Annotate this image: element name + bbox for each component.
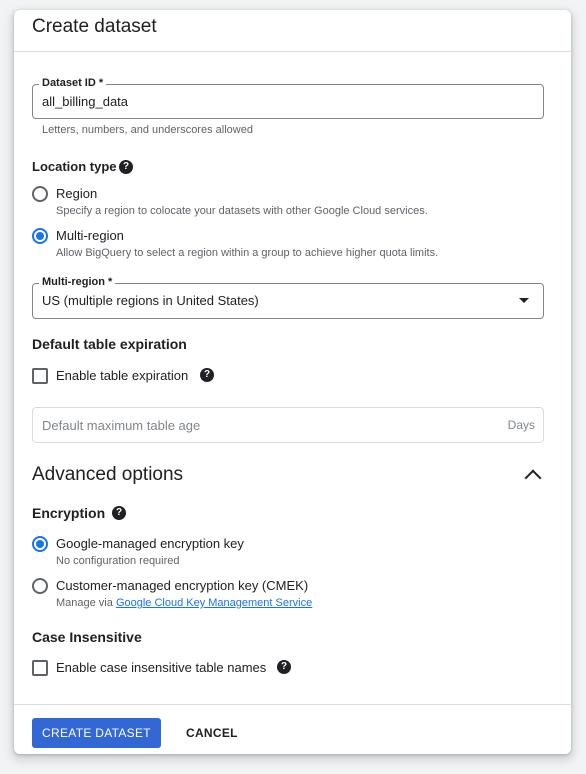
radio-region-label: Region <box>56 186 98 201</box>
help-circle-icon[interactable]: ? <box>112 506 126 520</box>
multi-region-select[interactable]: Multi-region * US (multiple regions in U… <box>32 276 544 319</box>
kms-link[interactable]: Google Cloud Key Management Service <box>116 597 312 609</box>
max-table-age-unit: Days <box>507 418 535 432</box>
location-type-title: Location type <box>32 159 117 174</box>
dropdown-arrow-icon[interactable] <box>519 298 529 303</box>
panel-header: Create dataset <box>14 10 571 52</box>
radio-region[interactable] <box>32 186 48 202</box>
chevron-up-icon[interactable] <box>524 469 542 487</box>
create-dataset-panel: Create dataset Dataset ID * all_billing_… <box>14 10 571 754</box>
case-insensitive-label: Enable case insensitive table names <box>56 660 267 675</box>
help-circle-icon[interactable]: ? <box>200 368 214 382</box>
dataset-id-label: Dataset ID * <box>39 77 107 89</box>
max-table-age-placeholder: Default maximum table age <box>42 418 201 433</box>
cmek-description-prefix: Manage via <box>56 597 113 609</box>
case-insensitive-title: Case Insensitive <box>32 629 142 645</box>
multi-region-value: US (multiple regions in United States) <box>42 293 259 308</box>
create-dataset-button[interactable]: CREATE DATASET <box>32 718 161 748</box>
radio-region-description: Specify a region to colocate your datase… <box>56 205 428 217</box>
help-circle-icon[interactable]: ? <box>277 660 291 674</box>
dialog-footer: CREATE DATASET CANCEL <box>14 704 571 754</box>
radio-cmek[interactable] <box>32 578 48 594</box>
radio-google-managed-key-label: Google-managed encryption key <box>56 536 244 551</box>
dataset-id-hint: Letters, numbers, and underscores allowe… <box>42 124 253 136</box>
case-insensitive-checkbox[interactable] <box>32 660 48 676</box>
radio-multi-region[interactable] <box>32 228 48 244</box>
dataset-id-value: all_billing_data <box>42 94 129 109</box>
encryption-title: Encryption <box>32 505 106 521</box>
radio-multi-region-label: Multi-region <box>56 228 124 243</box>
advanced-options-title: Advanced options <box>32 464 184 485</box>
radio-multi-region-description: Allow BigQuery to select a region within… <box>56 247 439 259</box>
radio-google-managed-key[interactable] <box>32 536 48 552</box>
location-type-label: Location type <box>32 159 117 174</box>
page-title: Create dataset <box>32 16 157 37</box>
table-expiration-title: Default table expiration <box>32 336 187 352</box>
cancel-button[interactable]: CANCEL <box>178 718 246 748</box>
enable-expiration-label: Enable table expiration <box>56 368 189 383</box>
radio-cmek-label: Customer-managed encryption key (CMEK) <box>56 578 309 593</box>
help-circle-icon[interactable]: ? <box>119 160 133 174</box>
cmek-description: Manage via Google Cloud Key Management S… <box>56 597 312 609</box>
dataset-id-field[interactable]: Dataset ID * all_billing_data <box>32 77 544 119</box>
max-table-age-input[interactable]: Default maximum table age Days <box>32 407 544 443</box>
multi-region-label: Multi-region * <box>39 276 116 288</box>
radio-google-managed-key-description: No configuration required <box>56 555 180 567</box>
enable-expiration-checkbox[interactable] <box>32 368 48 384</box>
